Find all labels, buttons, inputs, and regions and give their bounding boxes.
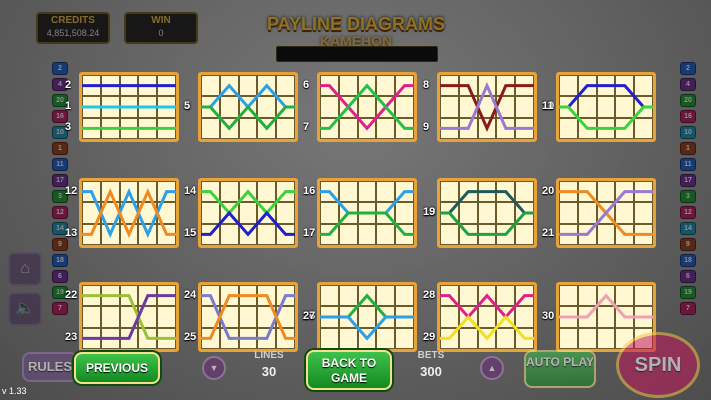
payline-path <box>440 84 534 133</box>
payline-panel <box>437 72 537 142</box>
bets-value: 300 <box>420 364 442 379</box>
payline-path <box>559 105 653 130</box>
payline-svg <box>559 190 653 236</box>
payline-panel <box>437 178 537 248</box>
payline-panel <box>79 178 179 248</box>
payline-svg <box>201 189 295 237</box>
arrow-up-icon: ▲ <box>487 363 497 373</box>
payline-number: 5 <box>184 100 191 112</box>
payline-path <box>440 190 534 215</box>
payline-number: 3 <box>65 121 72 134</box>
payline-panel <box>317 178 417 248</box>
auto-play-label: AUTO PLAY <box>526 355 595 369</box>
payline-path <box>201 189 295 216</box>
bets-label: BETS <box>417 350 445 361</box>
arrow-down-icon: ▼ <box>209 363 219 373</box>
payline-svg <box>320 293 414 341</box>
payline-path <box>320 190 414 215</box>
payline-number: 7 <box>303 121 310 134</box>
payline-number: 1 <box>65 100 72 112</box>
payline-path <box>82 294 176 340</box>
payline-path <box>559 293 653 319</box>
payline-panel <box>79 72 179 142</box>
payline-path <box>201 83 295 110</box>
version-label: v 1.33 <box>2 386 27 396</box>
rules-label: RULES <box>27 359 73 374</box>
previous-label: PREVIOUS <box>85 361 148 375</box>
payline-number: 19 <box>423 206 436 218</box>
payline-path <box>201 210 295 237</box>
payline-number: 22 <box>65 288 78 301</box>
payline-number: 8 <box>423 78 430 91</box>
payline-number: 11 <box>542 100 554 112</box>
payline-number: 30 <box>542 310 555 322</box>
auto-play-button[interactable]: AUTO PLAY <box>524 350 596 388</box>
payline-path <box>201 104 295 131</box>
payline-number: 21 <box>542 227 555 240</box>
spin-button[interactable]: SPIN <box>616 332 700 398</box>
payline-number: 13 <box>65 227 78 240</box>
payline-path <box>320 211 414 236</box>
back-to-game-label: BACK TO GAME <box>321 356 377 385</box>
payline-svg <box>320 83 414 131</box>
payline-svg <box>440 293 534 341</box>
payline-path <box>440 314 534 341</box>
payline-number: 27 <box>303 310 316 322</box>
payline-panel <box>198 178 298 248</box>
payline-svg <box>559 84 653 130</box>
payline-path <box>440 293 534 320</box>
payline-svg <box>201 83 295 131</box>
payline-svg <box>82 294 176 340</box>
payline-svg <box>82 187 176 239</box>
payline-path <box>559 190 653 236</box>
payline-number: 16 <box>303 184 316 197</box>
payline-path <box>82 294 176 340</box>
lines-value: 30 <box>261 364 277 379</box>
rules-button[interactable]: RULES <box>22 352 78 382</box>
payline-svg <box>440 81 534 133</box>
payline-svg <box>440 190 534 236</box>
payline-path <box>440 211 534 236</box>
payline-number: 20 <box>542 184 555 197</box>
payline-svg <box>82 84 176 130</box>
payline-number: 12 <box>65 184 78 197</box>
payline-path <box>320 315 414 341</box>
payline-number: 6 <box>303 78 310 91</box>
payline-number: 15 <box>184 227 197 240</box>
payline-panel <box>556 72 656 142</box>
spin-label: SPIN <box>634 354 682 376</box>
lines-decrease-button[interactable]: ▼ <box>202 356 226 380</box>
bottom-bar: RULES PREVIOUS ▼ LINES 30 BACK TO GAME B… <box>0 332 711 400</box>
payline-path <box>440 81 534 130</box>
payline-number: 17 <box>303 227 316 240</box>
payline-path <box>82 187 176 239</box>
payline-path <box>201 294 295 340</box>
payline-path <box>320 293 414 319</box>
payline-number: 14 <box>184 184 197 197</box>
payline-svg <box>320 190 414 236</box>
payline-number: 24 <box>184 288 197 301</box>
payline-number: 9 <box>423 121 430 134</box>
back-to-game-button[interactable]: BACK TO GAME <box>306 350 392 390</box>
lines-label: LINES <box>254 350 284 361</box>
payline-panel <box>556 178 656 248</box>
payline-number: 2 <box>65 78 72 91</box>
payline-path <box>201 294 295 340</box>
payline-panel <box>198 72 298 142</box>
payline-path <box>559 84 653 109</box>
payline-number: 28 <box>423 288 436 301</box>
payline-panel <box>317 72 417 142</box>
payline-svg <box>201 294 295 340</box>
previous-button[interactable]: PREVIOUS <box>74 352 160 384</box>
bets-increase-button[interactable]: ▲ <box>480 356 504 380</box>
payline-path <box>82 187 176 239</box>
